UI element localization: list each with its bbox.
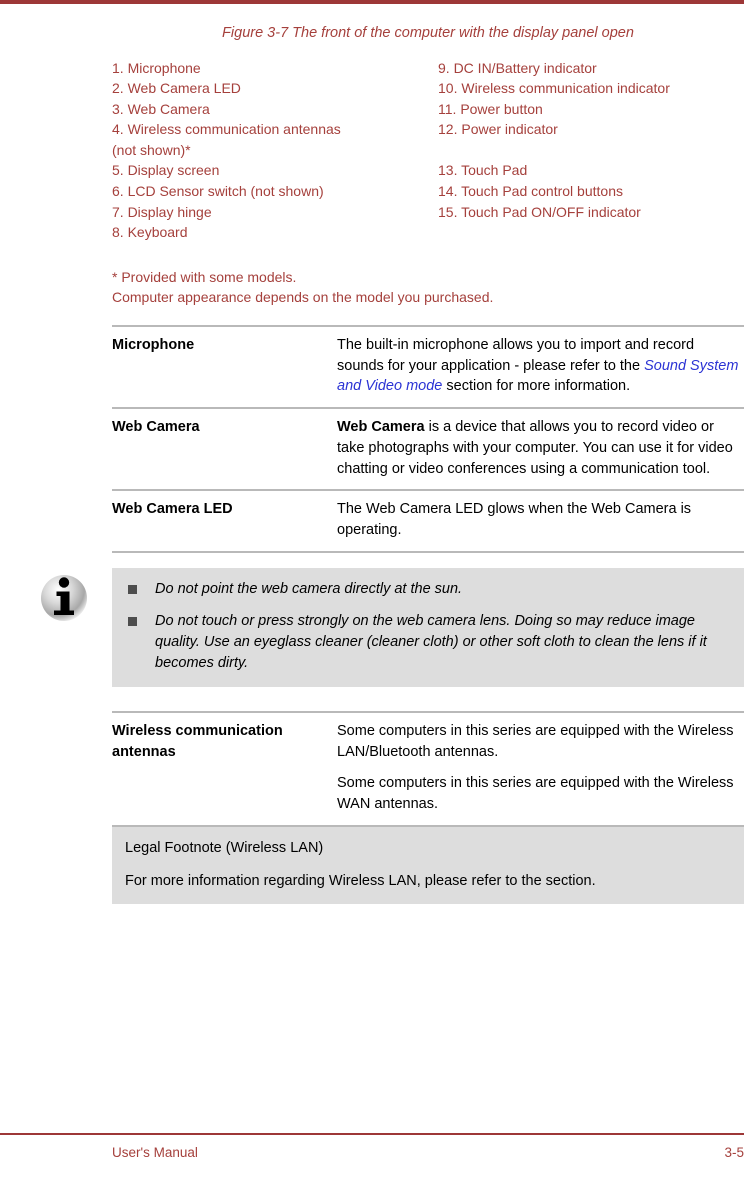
legend-item: 8. Keyboard [112,224,188,241]
legend-gap [438,140,744,161]
footer-page-number: 3-5 [724,1145,744,1160]
legend-item: 6. LCD Sensor switch (not shown) [112,183,324,200]
definition-wireless-communication-antennas: Some computers in this series are equipp… [337,721,744,815]
table-row: Microphone The built-in microphone allow… [112,327,744,410]
definition-microphone: The built-in microphone allows you to im… [337,335,744,397]
square-bullet-icon [128,584,137,594]
legend-item: 15. Touch Pad ON/OFF indicator [438,203,641,220]
term-web-camera: Web Camera [112,419,200,436]
legend-item: 2. Web Camera LED [112,80,241,97]
definition-text-part: The built-in microphone allows you to im… [337,336,695,374]
definition-paragraph: Some computers in this series are equipp… [337,722,734,760]
definition-text-part: The Web Camera LED glows when the Web Ca… [337,501,692,539]
term-web-camera-led: Web Camera LED [112,501,233,518]
manual-page: Figure 3-7 The front of the computer wit… [0,0,744,1179]
figure-caption: Figure 3-7 The front of the computer wit… [222,25,634,41]
info-note-box: Do not point the web camera directly at … [112,567,744,687]
footnote-asterisk: * Provided with some models. [112,268,297,285]
definition-lead-bold: Web Camera [337,419,425,436]
legend-column-right: 9. DC IN/Battery indicator 10. Wireless … [428,58,744,243]
definition-web-camera: Web Camera is a device that allows you t… [337,417,744,479]
figure-footnotes: * Provided with some models. Computer ap… [112,267,744,308]
table-row: Web Camera Web Camera is a device that a… [112,409,744,492]
legend-item: 5. Display screen [112,162,220,179]
info-note-block: Do not point the web camera directly at … [41,567,744,687]
footnote-appearance: Computer appearance depends on the model… [112,289,494,306]
note-item-text: Do not point the web camera directly at … [155,580,463,597]
wireless-description-table: Wireless communication antennas Some com… [112,710,744,827]
legal-footnote-body: For more information regarding Wireless … [125,872,596,889]
footer-rule [0,1133,744,1135]
page-top-rule [0,0,744,4]
figure-legend: 1. Microphone 2. Web Camera LED 3. Web C… [112,58,744,243]
square-bullet-icon [128,616,137,626]
legal-footnote-box: Legal Footnote (Wireless LAN) For more i… [112,826,744,905]
table-row: Web Camera LED The Web Camera LED glows … [112,491,744,553]
definition-paragraph: Some computers in this series are equipp… [337,775,734,813]
component-description-table: Microphone The built-in microphone allow… [112,324,744,553]
page-content: Figure 3-7 The front of the computer wit… [41,24,744,905]
legend-item: 4. Wireless communication antennas (not … [112,121,341,158]
legend-item: 9. DC IN/Battery indicator [438,59,597,76]
note-item: Do not touch or press strongly on the we… [126,611,730,674]
legend-item: 13. Touch Pad [438,162,528,179]
note-item: Do not point the web camera directly at … [126,579,730,600]
legal-footnote-title: Legal Footnote (Wireless LAN) [125,839,324,856]
legend-item: 12. Power indicator [438,121,558,138]
legend-item: 3. Web Camera [112,100,210,117]
legend-column-left: 1. Microphone 2. Web Camera LED 3. Web C… [112,58,428,243]
info-icon [36,570,92,626]
legend-item: 1. Microphone [112,59,201,76]
footer-document-title: User's Manual [112,1145,198,1160]
definition-web-camera-led: The Web Camera LED glows when the Web Ca… [337,499,744,540]
table-row: Wireless communication antennas Some com… [112,713,744,827]
term-microphone: Microphone [112,336,195,353]
legend-item: 7. Display hinge [112,203,212,220]
definition-text-part: section for more information. [442,378,631,395]
legend-item: 14. Touch Pad control buttons [438,182,623,199]
page-footer: User's Manual 3-5 [0,1133,744,1179]
legend-item: 10. Wireless communication indicator [438,80,670,97]
legend-item: 11. Power button [438,100,543,117]
term-wireless-communication-antennas: Wireless communication antennas [112,722,283,760]
note-item-text: Do not touch or press strongly on the we… [155,612,707,671]
